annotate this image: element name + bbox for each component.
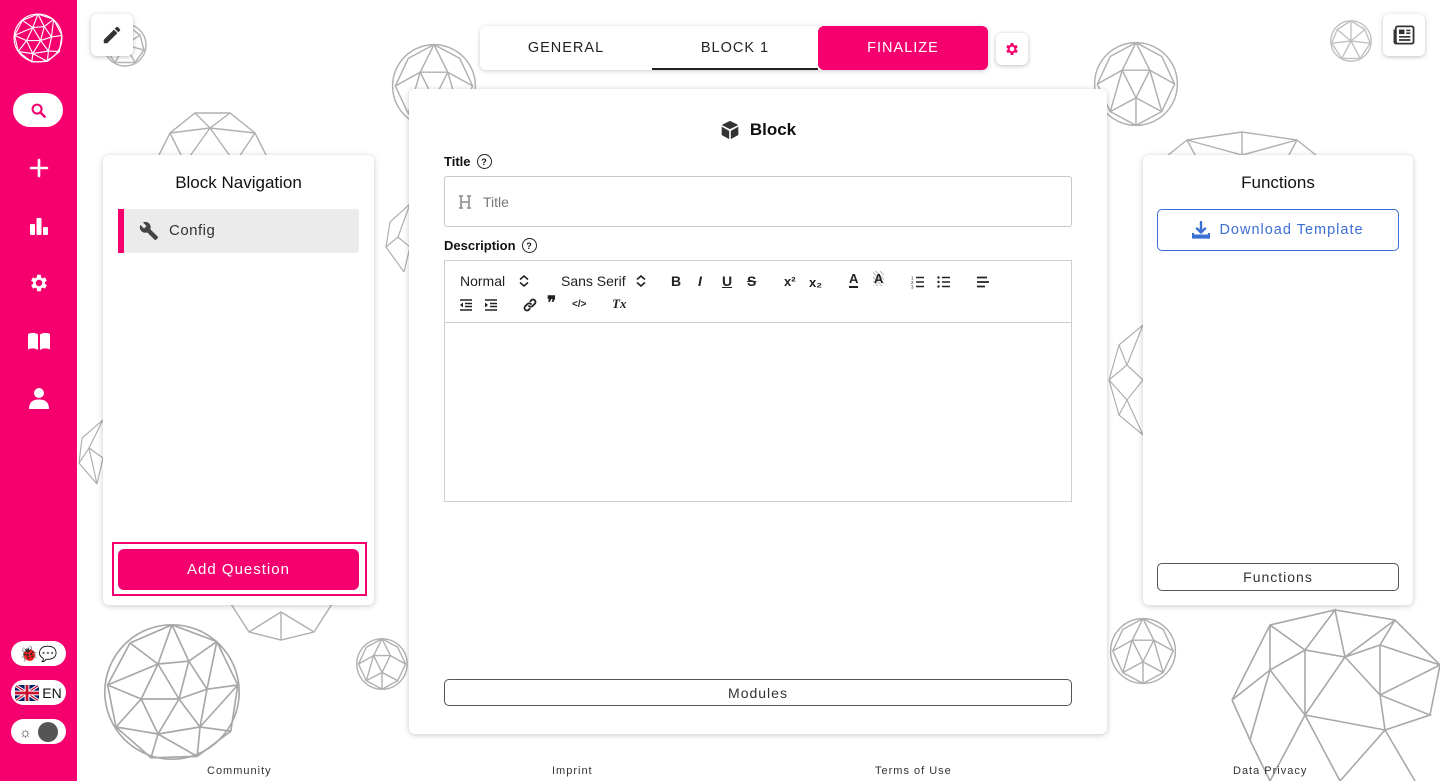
bug-report-button[interactable]: 🐞💬 — [11, 641, 66, 666]
functions-button[interactable]: Functions — [1157, 563, 1399, 591]
modules-button[interactable]: Modules — [444, 679, 1072, 706]
footer-link-privacy[interactable]: Data Privacy — [1233, 765, 1307, 777]
tab-settings-button[interactable] — [996, 33, 1028, 65]
title-input[interactable] — [481, 192, 1045, 211]
tab-block-1[interactable]: BLOCK 1 — [652, 26, 818, 70]
updown-icon — [636, 275, 646, 287]
decorative-sphere — [1231, 608, 1440, 781]
indent-icon[interactable] — [484, 296, 498, 314]
decorative-sphere — [385, 203, 410, 273]
subscript-button[interactable]: x₂ — [809, 273, 822, 291]
align-left-icon[interactable] — [976, 273, 990, 291]
header-select-value: Normal — [460, 273, 506, 289]
footer-link-community[interactable]: Community — [207, 765, 272, 777]
ordered-list-icon[interactable]: 123 — [911, 273, 925, 291]
decorative-sphere — [1108, 324, 1143, 436]
add-question-button[interactable]: Add Question — [118, 549, 359, 590]
bug-feedback-icon: 🐞💬 — [19, 645, 58, 663]
bold-button[interactable]: B — [671, 272, 681, 290]
font-select[interactable]: Sans Serif — [561, 272, 646, 290]
description-label: Description — [444, 238, 516, 253]
background-color-button[interactable]: A — [873, 271, 885, 286]
footer-link-terms[interactable]: Terms of Use — [875, 765, 952, 777]
settings-button[interactable] — [0, 263, 77, 303]
help-icon[interactable]: ? — [521, 238, 537, 253]
header-select[interactable]: Normal — [460, 272, 529, 290]
language-label: EN — [42, 684, 62, 701]
heading-icon — [459, 194, 471, 209]
editor-toolbar: Normal Sans Serif B I U S x² x₂ A A 123 … — [445, 261, 1071, 323]
tab-bar: GENERAL BLOCK 1 FINALIZE — [480, 26, 988, 70]
footer-link-imprint[interactable]: Imprint — [552, 765, 593, 777]
newspaper-icon — [1393, 25, 1415, 45]
updown-icon — [519, 275, 529, 287]
download-template-label: Download Template — [1219, 222, 1364, 238]
cube-icon — [721, 120, 739, 140]
underline-button[interactable]: U — [722, 272, 732, 290]
pencil-icon — [103, 26, 121, 44]
sun-icon: ☼ — [19, 723, 32, 740]
title-label-row: Title ? — [444, 154, 492, 169]
decorative-sphere — [1330, 19, 1372, 62]
clear-format-button[interactable]: Tx — [612, 295, 626, 313]
strike-button[interactable]: S — [747, 272, 756, 290]
documentation-button[interactable] — [0, 321, 77, 361]
news-button[interactable] — [1383, 14, 1425, 56]
text-color-button[interactable]: A — [849, 271, 859, 288]
plus-icon — [29, 158, 48, 178]
search-button[interactable] — [13, 93, 63, 127]
italic-button[interactable]: I — [698, 272, 702, 290]
profile-button[interactable] — [0, 378, 77, 418]
chart-icon — [29, 218, 48, 235]
active-indicator — [118, 209, 124, 253]
theme-toggle[interactable]: ☼ — [11, 719, 66, 744]
gear-icon — [1006, 43, 1018, 55]
decorative-sphere — [78, 419, 103, 485]
uk-flag-icon — [15, 684, 40, 701]
panel-title: Functions — [1241, 173, 1315, 192]
editor-content-area[interactable] — [445, 323, 1071, 501]
user-icon — [28, 388, 49, 409]
tab-general[interactable]: GENERAL — [480, 26, 652, 70]
tab-finalize[interactable]: FINALIZE — [818, 26, 988, 70]
help-icon[interactable]: ? — [476, 154, 492, 169]
title-field[interactable] — [444, 176, 1072, 227]
nav-item-config[interactable]: Config — [118, 209, 359, 253]
panel-heading: Block — [409, 120, 1107, 140]
decorative-sphere — [103, 623, 241, 761]
gear-icon — [30, 274, 47, 292]
decorative-sphere — [1109, 617, 1177, 685]
wrench-icon — [139, 221, 159, 241]
outdent-icon[interactable] — [459, 296, 473, 314]
book-icon — [27, 332, 50, 350]
superscript-button[interactable]: x² — [784, 272, 796, 290]
panel-title: Block — [749, 120, 797, 139]
download-icon — [1192, 221, 1211, 239]
toggle-knob — [37, 721, 58, 742]
language-switch[interactable]: EN — [11, 680, 66, 705]
decorative-sphere — [230, 603, 333, 641]
title-label: Title — [444, 154, 471, 169]
add-button[interactable] — [0, 148, 77, 188]
nav-item-label: Config — [169, 222, 216, 239]
code-block-button[interactable]: </> — [572, 295, 586, 313]
font-select-value: Sans Serif — [561, 273, 626, 289]
blockquote-button[interactable]: ❞ — [547, 293, 556, 313]
download-template-button[interactable]: Download Template — [1157, 209, 1399, 251]
geodesic-logo-icon[interactable] — [12, 12, 64, 64]
svg-text:3: 3 — [911, 285, 914, 290]
sidebar: 🐞💬 EN ☼ — [0, 0, 77, 781]
rich-text-editor: Normal Sans Serif B I U S x² x₂ A A 123 … — [444, 260, 1072, 502]
panel-title: Block Navigation — [175, 173, 302, 192]
bullet-list-icon[interactable] — [937, 273, 951, 291]
edit-button[interactable] — [91, 14, 133, 56]
decorative-sphere — [356, 638, 408, 690]
link-icon[interactable] — [523, 296, 537, 314]
search-icon — [31, 103, 46, 118]
description-label-row: Description ? — [444, 238, 537, 253]
statistics-button[interactable] — [0, 206, 77, 246]
